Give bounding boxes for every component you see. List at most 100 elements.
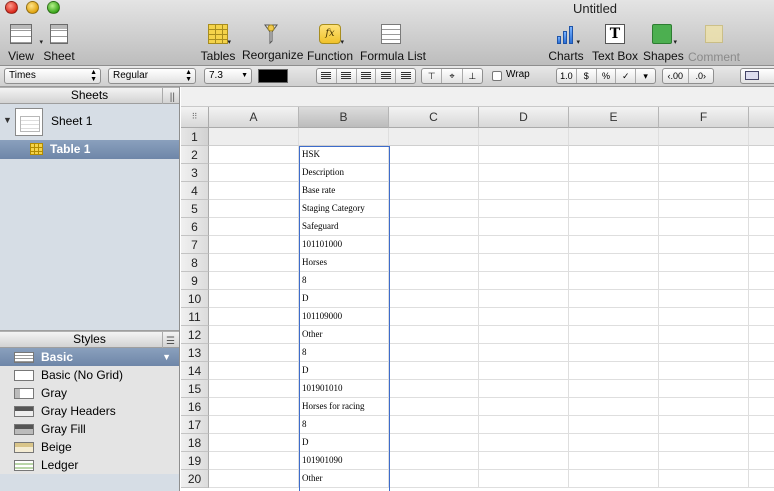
table-cell[interactable] bbox=[659, 380, 749, 398]
table-cell[interactable]: HSK bbox=[299, 146, 389, 164]
chevron-down-icon[interactable]: ▼ bbox=[162, 348, 171, 366]
table-cell[interactable] bbox=[659, 164, 749, 182]
table-cell[interactable] bbox=[659, 218, 749, 236]
table-cell[interactable] bbox=[749, 272, 774, 290]
table-cell[interactable] bbox=[569, 452, 659, 470]
column-header-e[interactable]: E bbox=[569, 107, 659, 128]
table-cell[interactable] bbox=[389, 434, 479, 452]
row-header-1[interactable]: 1 bbox=[181, 128, 209, 146]
table-cell[interactable] bbox=[479, 182, 569, 200]
table-cell[interactable] bbox=[479, 128, 569, 146]
table-cell[interactable] bbox=[479, 434, 569, 452]
row-header-7[interactable]: 7 bbox=[181, 236, 209, 254]
table-cell[interactable] bbox=[749, 398, 774, 416]
table-cell[interactable] bbox=[569, 362, 659, 380]
table-cell[interactable] bbox=[659, 254, 749, 272]
table-cell[interactable] bbox=[569, 290, 659, 308]
table-cell[interactable] bbox=[659, 452, 749, 470]
row-header-10[interactable]: 10 bbox=[181, 290, 209, 308]
table-cell[interactable] bbox=[479, 344, 569, 362]
table-cell[interactable] bbox=[389, 164, 479, 182]
table-cell[interactable] bbox=[389, 254, 479, 272]
column-header-a[interactable]: A bbox=[209, 107, 299, 128]
table-cell[interactable] bbox=[209, 272, 299, 290]
decrease-decimal-button[interactable]: ‹.00 bbox=[663, 69, 689, 83]
comment-button[interactable]: Comment bbox=[688, 22, 740, 64]
table-cell[interactable] bbox=[209, 290, 299, 308]
text-box-button[interactable]: T Text Box bbox=[592, 22, 638, 63]
select-all-corner[interactable]: ⠿ bbox=[181, 107, 209, 128]
table-cell[interactable] bbox=[659, 146, 749, 164]
style-item-gray-headers[interactable]: Gray Headers bbox=[0, 402, 179, 420]
table-cell[interactable] bbox=[659, 470, 749, 488]
table-cell[interactable] bbox=[389, 326, 479, 344]
table-cell[interactable]: Staging Category bbox=[299, 200, 389, 218]
table-cell[interactable] bbox=[659, 326, 749, 344]
table-cell[interactable] bbox=[749, 380, 774, 398]
table-cell[interactable] bbox=[749, 146, 774, 164]
row-header-17[interactable]: 17 bbox=[181, 416, 209, 434]
align-center-button[interactable] bbox=[337, 69, 357, 83]
table-cell[interactable] bbox=[389, 218, 479, 236]
table-cell[interactable] bbox=[389, 128, 479, 146]
column-header-b[interactable]: B bbox=[299, 107, 389, 128]
align-top-button[interactable]: ⊤ bbox=[422, 69, 443, 83]
table-cell[interactable] bbox=[479, 398, 569, 416]
row-header-20[interactable]: 20 bbox=[181, 470, 209, 488]
table-cell[interactable] bbox=[209, 218, 299, 236]
table-cell[interactable] bbox=[569, 146, 659, 164]
table-cell[interactable] bbox=[389, 308, 479, 326]
table-cell[interactable] bbox=[479, 200, 569, 218]
row-header-13[interactable]: 13 bbox=[181, 344, 209, 362]
row-header-11[interactable]: 11 bbox=[181, 308, 209, 326]
table-cell[interactable] bbox=[749, 434, 774, 452]
table-cell[interactable] bbox=[209, 182, 299, 200]
table-cell[interactable]: Base rate bbox=[299, 182, 389, 200]
table-cell[interactable] bbox=[389, 200, 479, 218]
table-cell[interactable] bbox=[389, 380, 479, 398]
table-cell[interactable] bbox=[209, 326, 299, 344]
align-bottom-button[interactable]: ⊥ bbox=[463, 69, 482, 83]
table-cell[interactable] bbox=[209, 416, 299, 434]
table-cell[interactable] bbox=[389, 398, 479, 416]
table-cell[interactable] bbox=[389, 290, 479, 308]
table-cell[interactable] bbox=[479, 326, 569, 344]
currency-format-button[interactable]: $ bbox=[577, 69, 597, 83]
font-family-popup[interactable]: Times ▲ ▼ bbox=[4, 68, 101, 84]
row-header-19[interactable]: 19 bbox=[181, 452, 209, 470]
table-cell[interactable] bbox=[659, 272, 749, 290]
table-cell[interactable] bbox=[209, 362, 299, 380]
table-cell[interactable] bbox=[749, 218, 774, 236]
shapes-button[interactable]: ▾ Shapes bbox=[643, 22, 684, 63]
row-header-18[interactable]: 18 bbox=[181, 434, 209, 452]
table-cell[interactable] bbox=[209, 236, 299, 254]
table-cell[interactable]: D bbox=[299, 290, 389, 308]
format-menu-button[interactable]: ▾ bbox=[636, 69, 655, 83]
table-cell[interactable] bbox=[209, 146, 299, 164]
row-header-2[interactable]: 2 bbox=[181, 146, 209, 164]
table-cell[interactable] bbox=[569, 182, 659, 200]
table-cell[interactable] bbox=[749, 128, 774, 146]
table-cell[interactable]: 101901090 bbox=[299, 452, 389, 470]
style-item-gray-fill[interactable]: Gray Fill bbox=[0, 420, 179, 438]
table-cell[interactable]: Other bbox=[299, 326, 389, 344]
table-cell[interactable] bbox=[569, 236, 659, 254]
increase-decimal-button[interactable]: .0› bbox=[689, 69, 714, 83]
table-cell[interactable] bbox=[659, 308, 749, 326]
table-cell[interactable] bbox=[569, 164, 659, 182]
borders-popup[interactable] bbox=[740, 68, 774, 84]
table-cell[interactable] bbox=[389, 470, 479, 488]
charts-button[interactable]: ▾ Charts bbox=[548, 22, 584, 63]
view-button[interactable]: ▾ View bbox=[6, 22, 43, 63]
table-cell[interactable]: 101901010 bbox=[299, 380, 389, 398]
table-cell[interactable] bbox=[749, 200, 774, 218]
table-cell[interactable] bbox=[749, 254, 774, 272]
table-cell[interactable] bbox=[659, 236, 749, 254]
percent-format-button[interactable]: % bbox=[597, 69, 617, 83]
table-cell[interactable] bbox=[479, 308, 569, 326]
align-auto-button[interactable] bbox=[396, 69, 415, 83]
row-header-12[interactable]: 12 bbox=[181, 326, 209, 344]
table-cell[interactable] bbox=[749, 290, 774, 308]
number-format-button[interactable]: 1.0 bbox=[557, 69, 577, 83]
column-header-f[interactable]: F bbox=[659, 107, 749, 128]
